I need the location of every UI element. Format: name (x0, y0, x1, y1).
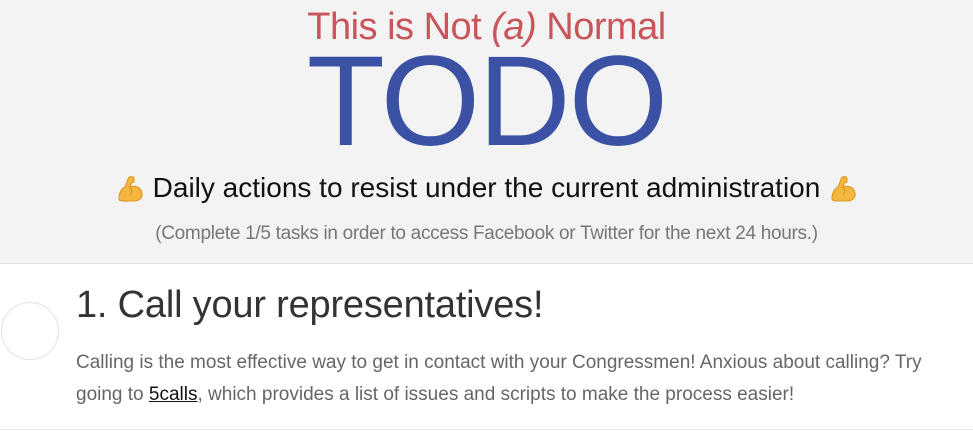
completion-note: (Complete 1/5 tasks in order to access F… (155, 223, 818, 244)
5calls-link[interactable]: 5calls (149, 384, 198, 405)
flexed-biceps-icon (115, 173, 145, 203)
task-list: 1. Call your representatives! Calling is… (0, 264, 973, 434)
task-item: 1. Call your representatives! Calling is… (0, 264, 973, 430)
task-description: Calling is the most effective way to get… (76, 347, 936, 411)
task-complete-checkbox[interactable] (1, 302, 59, 360)
task-title: 1. Call your representatives! (76, 284, 544, 326)
page-title: TODO (306, 30, 668, 173)
flexed-biceps-icon (828, 173, 858, 203)
task-desc-after: , which provides a list of issues and sc… (197, 384, 795, 405)
subtitle-text: Daily actions to resist under the curren… (152, 172, 821, 203)
page-header: This is Not (a) Normal TODO Daily action… (0, 0, 973, 264)
subtitle: Daily actions to resist under the curren… (0, 172, 973, 204)
